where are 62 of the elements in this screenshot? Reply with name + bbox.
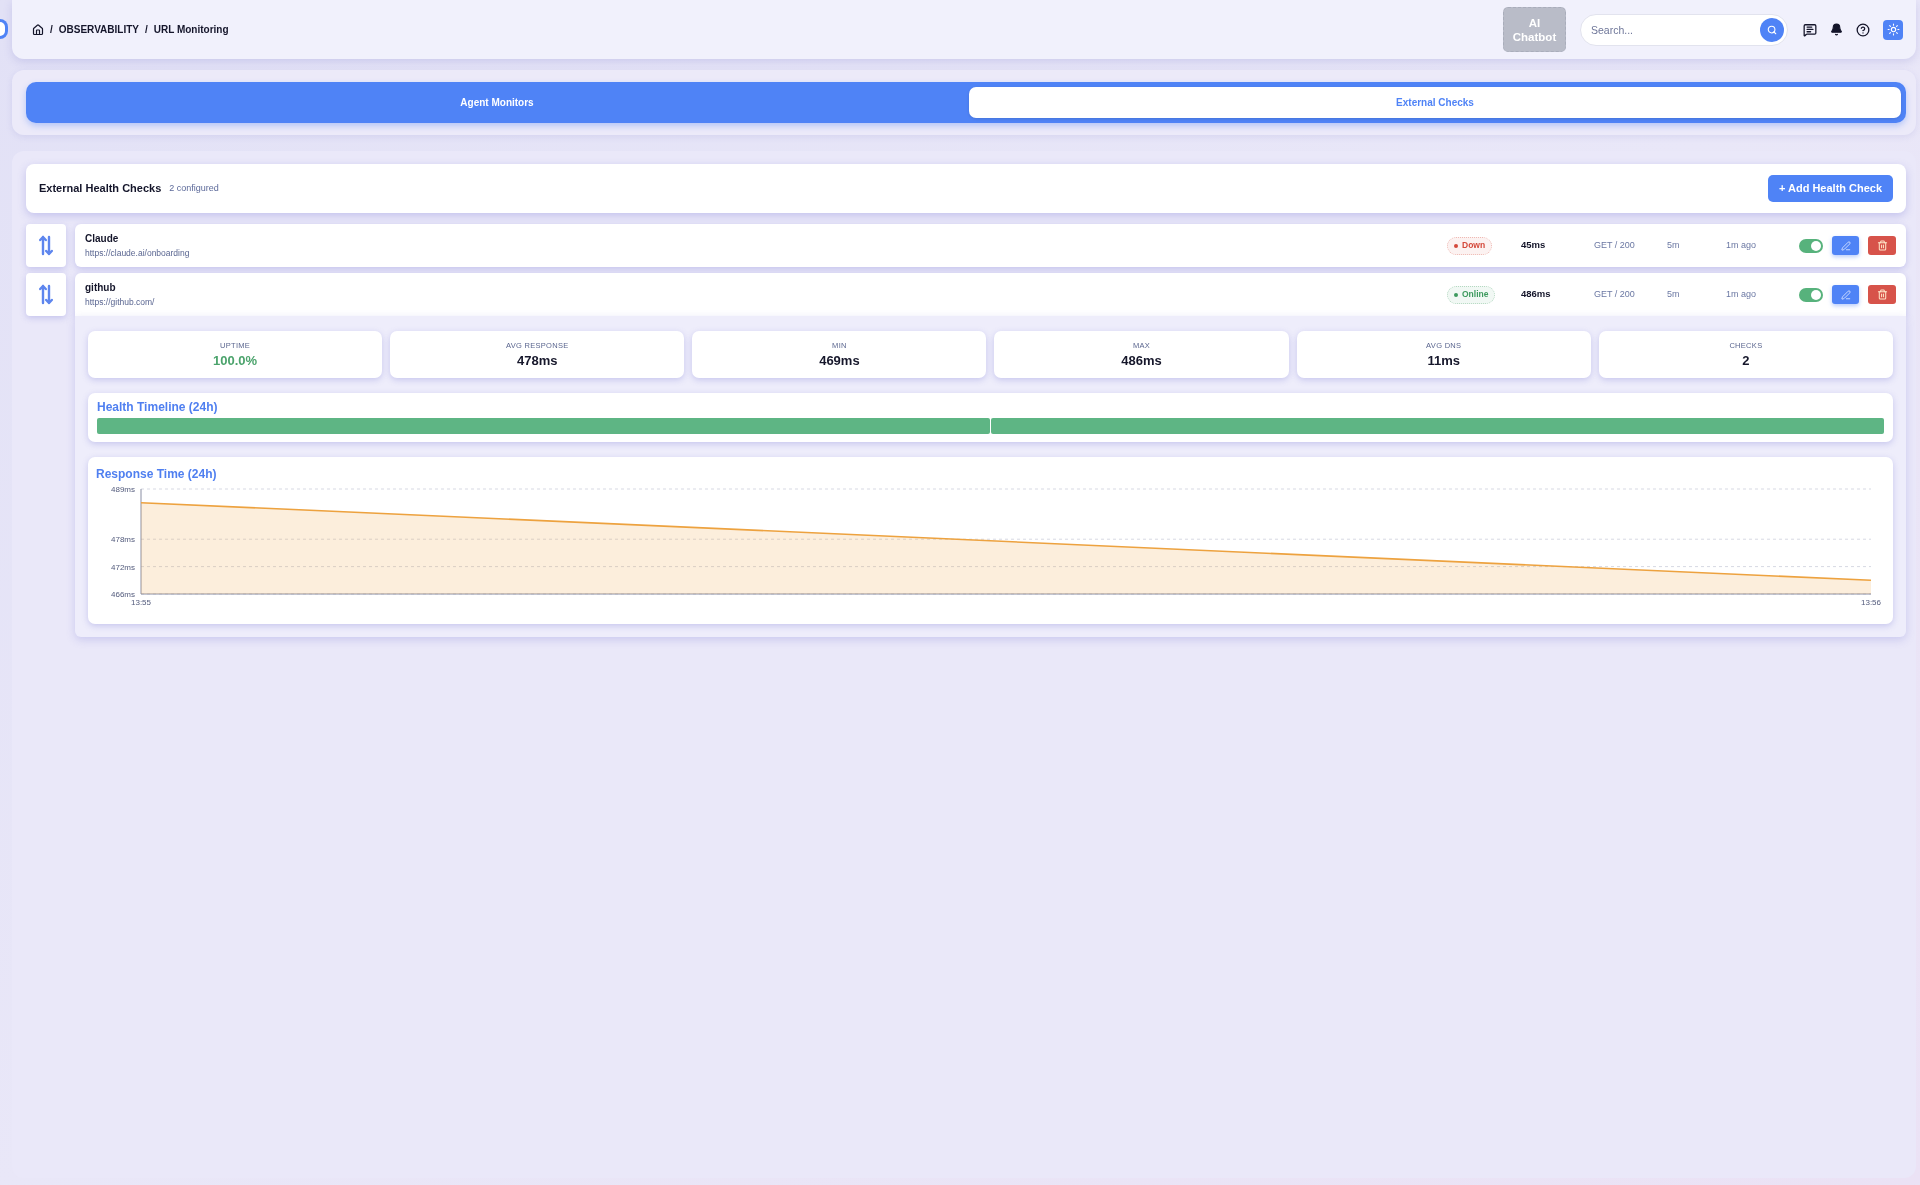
breadcrumb-separator: / xyxy=(50,23,53,37)
drag-handle[interactable] xyxy=(26,273,66,316)
check-url: https://github.com/ xyxy=(85,297,155,307)
status-badge: Online xyxy=(1447,285,1496,304)
sun-icon xyxy=(1886,23,1900,36)
stat-value: 478ms xyxy=(517,352,558,369)
request-status: GET / 200 xyxy=(1594,238,1635,252)
edit-button[interactable] xyxy=(1832,285,1859,304)
check-url: https://claude.ai/onboarding xyxy=(85,248,190,258)
breadcrumb-separator: / xyxy=(145,23,148,37)
stat-value: 100.0% xyxy=(213,352,258,369)
tab[interactable]: External Checks xyxy=(969,87,1901,118)
pencil-icon xyxy=(1840,240,1851,251)
axis-label: 472ms xyxy=(111,562,135,572)
trash-icon xyxy=(1876,289,1888,300)
check-row[interactable]: Claude https://claude.ai/onboarding Down 45ms GET / 200 5m 1m ago xyxy=(75,224,1906,267)
sidebar-toggle-icon[interactable] xyxy=(0,19,8,39)
last-check-time: 1m ago xyxy=(1726,238,1757,252)
axis-label: 489ms xyxy=(111,485,135,494)
search-field[interactable]: Search... xyxy=(1580,13,1788,46)
stat-value: 11ms xyxy=(1427,352,1460,369)
up-down-arrows-icon xyxy=(39,235,53,256)
axis-label: 466ms xyxy=(111,590,135,599)
check-name: github xyxy=(85,282,116,294)
message-icon[interactable] xyxy=(1803,22,1817,37)
add-health-check-button[interactable]: + Add Health Check xyxy=(1768,175,1893,202)
breadcrumb-link[interactable]: OBSERVABILITY xyxy=(58,22,139,37)
tab[interactable]: Agent Monitors xyxy=(31,87,963,118)
last-check-time: 1m ago xyxy=(1726,287,1757,301)
drag-handle[interactable] xyxy=(26,224,66,267)
request-status: GET / 200 xyxy=(1594,287,1635,301)
home-icon[interactable] xyxy=(32,23,44,36)
check-row[interactable]: github https://github.com/ Online 486ms GET / 200 5m 1m ago xyxy=(75,273,1906,316)
breadcrumb-link[interactable]: URL Monitoring xyxy=(153,22,229,37)
delete-button[interactable] xyxy=(1868,236,1896,255)
response-time: 45ms xyxy=(1521,238,1546,253)
up-down-arrows-icon xyxy=(39,284,53,305)
toggle-switch[interactable] xyxy=(1799,238,1823,253)
pencil-icon xyxy=(1840,289,1851,300)
search-icon xyxy=(1767,24,1777,35)
configured-count: 2 configured xyxy=(169,181,219,195)
stat-value: 2 xyxy=(1742,352,1750,369)
axis-label: 478ms xyxy=(111,535,135,545)
check-name: Claude xyxy=(85,233,119,245)
response-time: 486ms xyxy=(1521,287,1551,302)
theme-toggle-button[interactable] xyxy=(1883,19,1903,40)
delete-button[interactable] xyxy=(1868,285,1896,304)
status-badge: Down xyxy=(1447,236,1493,255)
stat-value: 486ms xyxy=(1121,352,1162,369)
edit-button[interactable] xyxy=(1832,236,1859,255)
bell-icon[interactable] xyxy=(1830,23,1843,36)
section-title: Response Time (24h) xyxy=(96,466,217,483)
axis-label: 13:56 xyxy=(1861,598,1881,607)
section-title: Health Timeline (24h) xyxy=(97,400,218,415)
help-icon[interactable] xyxy=(1856,22,1870,37)
toggle-switch[interactable] xyxy=(1799,287,1823,302)
axis-label: 13:55 xyxy=(131,598,151,607)
check-interval: 5m xyxy=(1667,238,1680,252)
check-interval: 5m xyxy=(1667,287,1680,301)
section-heading: External Health Checks xyxy=(39,181,162,197)
trash-icon xyxy=(1876,240,1888,251)
stat-value: 469ms xyxy=(819,352,860,369)
